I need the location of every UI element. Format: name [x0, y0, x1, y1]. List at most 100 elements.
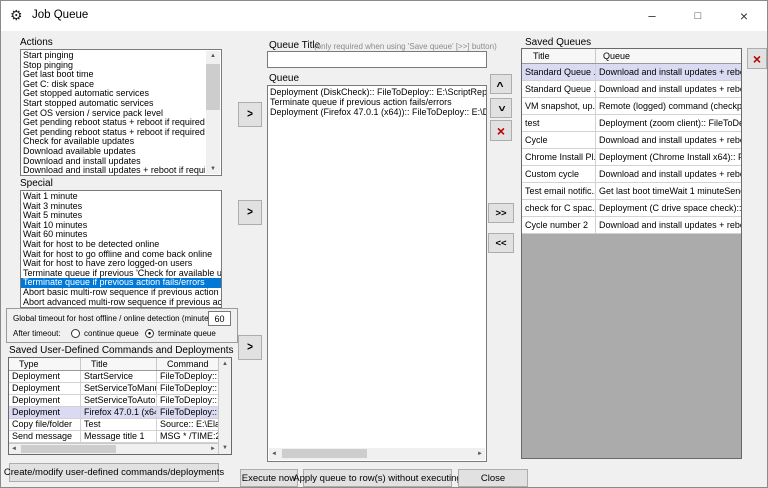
actions-scrollbar[interactable]: ▲ ▼ [206, 51, 220, 174]
scroll-up-icon[interactable]: ▲ [219, 361, 231, 367]
add-special-button[interactable]: > [238, 200, 262, 225]
special-list-item[interactable]: Wait 60 minutes [21, 230, 221, 240]
continue-queue-radio-label[interactable]: continue queue [84, 329, 139, 338]
scrollbar-thumb[interactable] [282, 449, 367, 458]
scroll-left-icon[interactable]: ◄ [271, 451, 277, 457]
scroll-right-icon[interactable]: ► [210, 446, 216, 452]
delete-saved-queue-button[interactable]: × [747, 48, 767, 69]
table-row[interactable]: Test email notific... Get last boot time… [522, 183, 741, 200]
table-row[interactable]: Send message Message title 1 MSG * /TIME… [9, 431, 231, 443]
continue-queue-radio[interactable] [71, 329, 80, 338]
gear-icon: ⚙ [10, 7, 23, 23]
table-row[interactable]: Deployment SetServiceToManua FileToDeplo… [9, 383, 231, 395]
column-header-title[interactable]: Title [522, 49, 596, 63]
table-row[interactable]: Cycle Download and install updates + reb… [522, 132, 741, 149]
create-modify-commands-button[interactable]: Create/modify user-defined commands/depl… [9, 463, 219, 482]
table-row[interactable]: Standard Queue ... Download and install … [522, 64, 741, 81]
special-list-item[interactable]: Wait for host to go offline and come bac… [21, 250, 221, 260]
action-list-item[interactable]: Get stopped automatic services [21, 89, 205, 99]
column-header-type[interactable]: Type [9, 358, 81, 370]
remove-queue-item-button[interactable]: × [490, 120, 512, 141]
scrollbar-thumb[interactable] [21, 445, 116, 453]
table-row[interactable]: Deployment SetServiceToAutoma FileToDepl… [9, 395, 231, 407]
column-header-command[interactable]: Command [157, 358, 218, 370]
special-list-item[interactable]: Wait 10 minutes [21, 221, 221, 231]
special-list-item[interactable]: Terminate queue if previous 'Check for a… [21, 269, 221, 279]
commands-v-scrollbar[interactable]: ▲ ▼ [218, 358, 231, 454]
queue-item[interactable]: Deployment (Firefox 47.0.1 (x64)):: File… [268, 107, 486, 117]
close-button[interactable]: Close [458, 469, 528, 487]
scrollbar-thumb[interactable] [206, 64, 220, 110]
scroll-up-icon[interactable]: ▲ [206, 53, 220, 59]
actions-listbox[interactable]: Start pingingStop pingingGet last boot t… [20, 49, 222, 176]
special-listbox[interactable]: Wait 1 minuteWait 3 minutesWait 5 minute… [20, 190, 222, 308]
maximize-button[interactable]: □ [675, 1, 721, 31]
table-row[interactable]: Cycle number 2 Download and install upda… [522, 217, 741, 234]
special-list-item[interactable]: Abort advanced multi-row sequence if pre… [21, 298, 221, 308]
cell-title: SetServiceToManua [81, 383, 157, 394]
chevron-down-icon: > [495, 105, 508, 111]
saved-queues-table[interactable]: Title Queue Standard Queue ... Download … [521, 48, 742, 459]
timeout-input[interactable]: 60 [208, 311, 231, 326]
cell-title: test [522, 115, 596, 131]
load-queue-button[interactable]: << [488, 233, 514, 253]
table-row[interactable]: VM snapshot, up... Remote (logged) comma… [522, 98, 741, 115]
table-row[interactable]: Custom cycle Download and install update… [522, 166, 741, 183]
table-row[interactable]: check for C spac... Deployment (C drive … [522, 200, 741, 217]
save-queue-button[interactable]: >> [488, 203, 514, 223]
scroll-right-icon[interactable]: ► [477, 451, 483, 457]
close-window-button[interactable]: × [721, 1, 767, 31]
table-row[interactable]: Standard Queue ... Download and install … [522, 81, 741, 98]
action-list-item[interactable]: Get pending reboot status + reboot if re… [21, 118, 205, 128]
action-list-item[interactable]: Get pending reboot status + reboot if re… [21, 128, 205, 138]
table-row[interactable]: Chrome Install Pl... Deployment (Chrome … [522, 149, 741, 166]
special-list-item[interactable]: Wait 5 minutes [21, 211, 221, 221]
cell-title: check for C spac... [522, 200, 596, 216]
queue-title-input[interactable] [267, 51, 487, 68]
queue-label: Queue [269, 73, 299, 84]
saved-queues-rows: Standard Queue ... Download and install … [522, 64, 741, 234]
move-item-up-button[interactable]: > [490, 74, 512, 94]
queue-listbox[interactable]: Deployment (DiskCheck):: FileToDeploy:: … [267, 85, 487, 462]
special-list-item[interactable]: Terminate queue if previous action fails… [21, 278, 221, 288]
action-list-item[interactable]: Download and install updates [21, 157, 205, 167]
table-row[interactable]: Deployment StartService FileToDeploy:: [9, 371, 231, 383]
queue-item[interactable]: Deployment (DiskCheck):: FileToDeploy:: … [268, 87, 486, 97]
terminate-queue-radio[interactable]: ● [145, 329, 154, 338]
special-list-item[interactable]: Abort basic multi-row sequence if previo… [21, 288, 221, 298]
terminate-queue-radio-label[interactable]: terminate queue [158, 329, 216, 338]
saved-commands-table[interactable]: Type Title Command Deployment StartServi… [8, 357, 232, 455]
scroll-down-icon[interactable]: ▼ [219, 445, 231, 451]
column-header-title[interactable]: Title [81, 358, 157, 370]
commands-h-scrollbar[interactable]: ◄ ► [9, 443, 218, 454]
special-list-item[interactable]: Wait for host to have zero logged-on use… [21, 259, 221, 269]
action-list-item[interactable]: Stop pinging [21, 61, 205, 71]
action-list-item[interactable]: Get last boot time [21, 70, 205, 80]
queue-item[interactable]: Terminate queue if previous action fails… [268, 97, 486, 107]
action-list-item[interactable]: Download and install updates + reboot if… [21, 166, 205, 176]
scroll-left-icon[interactable]: ◄ [11, 446, 17, 452]
column-header-queue[interactable]: Queue [596, 49, 741, 63]
table-row[interactable]: test Deployment (zoom client):: FileToDe… [522, 115, 741, 132]
cell-type: Deployment [9, 407, 81, 418]
add-action-button[interactable]: > [238, 102, 262, 127]
action-list-item[interactable]: Get C: disk space [21, 80, 205, 90]
special-list-item[interactable]: Wait 1 minute [21, 192, 221, 202]
action-list-item[interactable]: Start pinging [21, 51, 205, 61]
cell-title: VM snapshot, up... [522, 98, 596, 114]
move-item-down-button[interactable]: > [490, 98, 512, 118]
action-list-item[interactable]: Get OS version / service pack level [21, 109, 205, 119]
action-list-item[interactable]: Check for available updates [21, 137, 205, 147]
apply-queue-button[interactable]: Apply queue to row(s) without executing [303, 469, 452, 487]
execute-now-button[interactable]: Execute now [240, 469, 298, 487]
action-list-item[interactable]: Download available updates [21, 147, 205, 157]
action-list-item[interactable]: Start stopped automatic services [21, 99, 205, 109]
special-list-item[interactable]: Wait for host to be detected online [21, 240, 221, 250]
queue-h-scrollbar[interactable]: ◄ ► [269, 448, 485, 460]
table-row[interactable]: Copy file/folder Test Source:: E:\Ela\I\ [9, 419, 231, 431]
minimize-button[interactable]: – [629, 1, 675, 31]
scroll-down-icon[interactable]: ▼ [206, 166, 220, 172]
add-command-button[interactable]: > [238, 335, 262, 360]
table-row[interactable]: Deployment Firefox 47.0.1 (x64) FileToDe… [9, 407, 231, 419]
special-list-item[interactable]: Wait 3 minutes [21, 202, 221, 212]
